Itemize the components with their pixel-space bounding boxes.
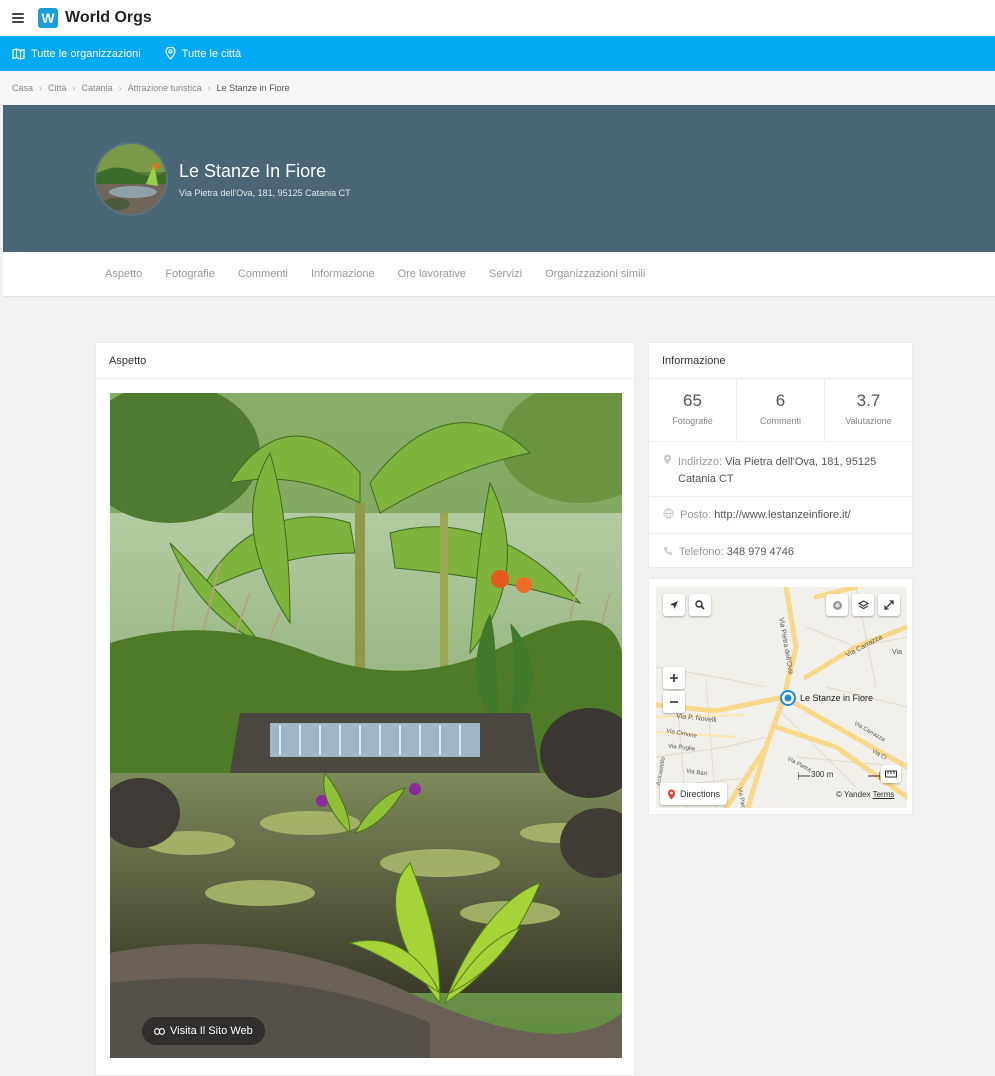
tab-informazione[interactable]: Informazione <box>311 268 375 280</box>
aspetto-card: Aspetto Visita Il Sito Web <box>95 342 635 1076</box>
ruler-icon <box>885 770 897 778</box>
stat-rating[interactable]: 3.7 Valutazione <box>825 379 912 441</box>
layers-icon <box>857 599 869 609</box>
stat-photos[interactable]: 65 Fotografie <box>649 379 737 441</box>
location-pin-icon <box>668 789 675 799</box>
address-text: Indirizzo: Via Pietra dell'Ova, 181, 951… <box>678 454 898 488</box>
breadcrumb-current: Le Stanze in Fiore <box>216 83 290 93</box>
breadcrumb-separator: › <box>207 83 211 93</box>
website-link[interactable]: http://www.lestanzeinfiore.it/ <box>714 509 850 521</box>
all-organizations-link[interactable]: Tutte le organizzazioni <box>12 48 141 60</box>
navigation-arrow-icon <box>670 601 678 609</box>
tab-commenti[interactable]: Commenti <box>238 268 288 280</box>
breadcrumb: Casa › Città › Catania › Attrazione turisti… <box>0 71 995 105</box>
place-marker-icon[interactable] <box>780 690 796 706</box>
breadcrumb-separator: › <box>118 83 122 93</box>
traffic-icon <box>832 600 842 610</box>
stats-row: 65 Fotografie 6 Commenti 3.7 Valutazione <box>649 379 912 442</box>
phone-label: Telefono: <box>679 546 724 558</box>
stat-comments-label: Commenti <box>759 416 801 426</box>
stat-rating-value: 3.7 <box>856 391 881 410</box>
tab-ore-lavorative[interactable]: Ore lavorative <box>398 268 466 280</box>
attribution-text: © Yandex <box>836 790 871 799</box>
breadcrumb-catania[interactable]: Catania <box>82 83 113 93</box>
stat-photos-label: Fotografie <box>672 416 713 426</box>
website-label: Posto: <box>680 509 712 521</box>
ruler-button[interactable] <box>881 765 901 783</box>
hero-address: Via Pietra dell'Ova, 181, 95125 Catania … <box>179 188 351 198</box>
fullscreen-button[interactable] <box>878 594 900 616</box>
map-view[interactable]: Via Pietra dell'Ova Via Carrazza Via Via… <box>656 587 907 808</box>
info-card: Informazione 65 Fotografie 6 Commenti 3.… <box>648 342 913 568</box>
stat-photos-count: 65 <box>683 391 702 410</box>
tab-fotografie[interactable]: Fotografie <box>165 268 215 280</box>
avatar <box>94 142 168 216</box>
stat-comments-count: 6 <box>775 391 786 410</box>
directions-button[interactable]: Directions <box>660 783 728 805</box>
brand-name[interactable]: World Orgs <box>65 9 152 27</box>
stat-comments[interactable]: 6 Commenti <box>737 379 825 441</box>
scale-label: 300 m <box>811 770 834 779</box>
location-pin-icon <box>165 47 176 60</box>
plus-icon <box>670 674 678 682</box>
address-label: Indirizzo: <box>678 456 723 468</box>
phone-icon <box>663 546 673 559</box>
visit-website-button[interactable]: Visita Il Sito Web <box>142 1017 265 1045</box>
address-row: Indirizzo: Via Pietra dell'Ova, 181, 951… <box>649 442 912 497</box>
breadcrumb-category[interactable]: Attrazione turistica <box>128 83 202 93</box>
phone-row: Telefono: 348 979 4746 <box>649 534 912 570</box>
website-row: Posto: http://www.lestanzeinfiore.it/ <box>649 497 912 534</box>
tab-organizzazioni-simili[interactable]: Organizzazioni simili <box>545 268 645 280</box>
link-icon <box>154 1027 165 1035</box>
breadcrumb-home[interactable]: Casa <box>12 83 33 93</box>
phone-value[interactable]: 348 979 4746 <box>727 546 794 558</box>
map-card: Via Pietra dell'Ova Via Carrazza Via Via… <box>648 578 913 815</box>
menu-icon[interactable] <box>12 13 24 23</box>
search-icon <box>695 600 705 610</box>
map-icon <box>12 47 25 60</box>
main-nav: Tutte le organizzazioni Tutte le città <box>0 36 995 71</box>
directions-label: Directions <box>680 789 721 799</box>
location-pin-icon <box>663 454 672 471</box>
layers-button[interactable] <box>852 594 874 616</box>
main-photo[interactable]: Visita Il Sito Web <box>110 393 622 1058</box>
map-search-button[interactable] <box>689 594 711 616</box>
page-title: Le Stanze In Fiore <box>179 161 327 181</box>
locate-button[interactable] <box>663 594 685 616</box>
terms-link[interactable]: Terms <box>873 790 895 799</box>
breadcrumb-separator: › <box>72 83 76 93</box>
tab-servizi[interactable]: Servizi <box>489 268 522 280</box>
traffic-button[interactable] <box>826 594 848 616</box>
globe-icon <box>663 508 674 522</box>
hero-banner: Le Stanze In Fiore Via Pietra dell'Ova, … <box>3 105 995 252</box>
aspetto-heading: Aspetto <box>96 343 634 379</box>
visit-website-label: Visita Il Sito Web <box>170 1025 253 1037</box>
all-cities-link[interactable]: Tutte le città <box>165 47 242 60</box>
map-attribution: © Yandex Terms <box>836 790 894 799</box>
section-tabs: Aspetto Fotografie Commenti Informazione… <box>3 252 995 297</box>
breadcrumb-separator: › <box>39 83 43 93</box>
tab-aspetto[interactable]: Aspetto <box>105 268 142 280</box>
place-marker-label: Le Stanze in Fiore <box>800 693 874 703</box>
zoom-out-button[interactable] <box>663 691 685 713</box>
zoom-in-button[interactable] <box>663 667 685 689</box>
info-heading: Informazione <box>649 343 912 379</box>
minus-icon <box>670 701 678 703</box>
top-header: W World Orgs <box>0 0 995 36</box>
street-label: Via <box>892 649 902 656</box>
expand-icon <box>884 600 894 610</box>
breadcrumb-cities[interactable]: Città <box>48 83 67 93</box>
logo-icon[interactable]: W <box>38 8 58 28</box>
all-cities-label: Tutte le città <box>181 47 242 60</box>
all-organizations-label: Tutte le organizzazioni <box>31 47 141 60</box>
stat-rating-label: Valutazione <box>845 416 892 426</box>
